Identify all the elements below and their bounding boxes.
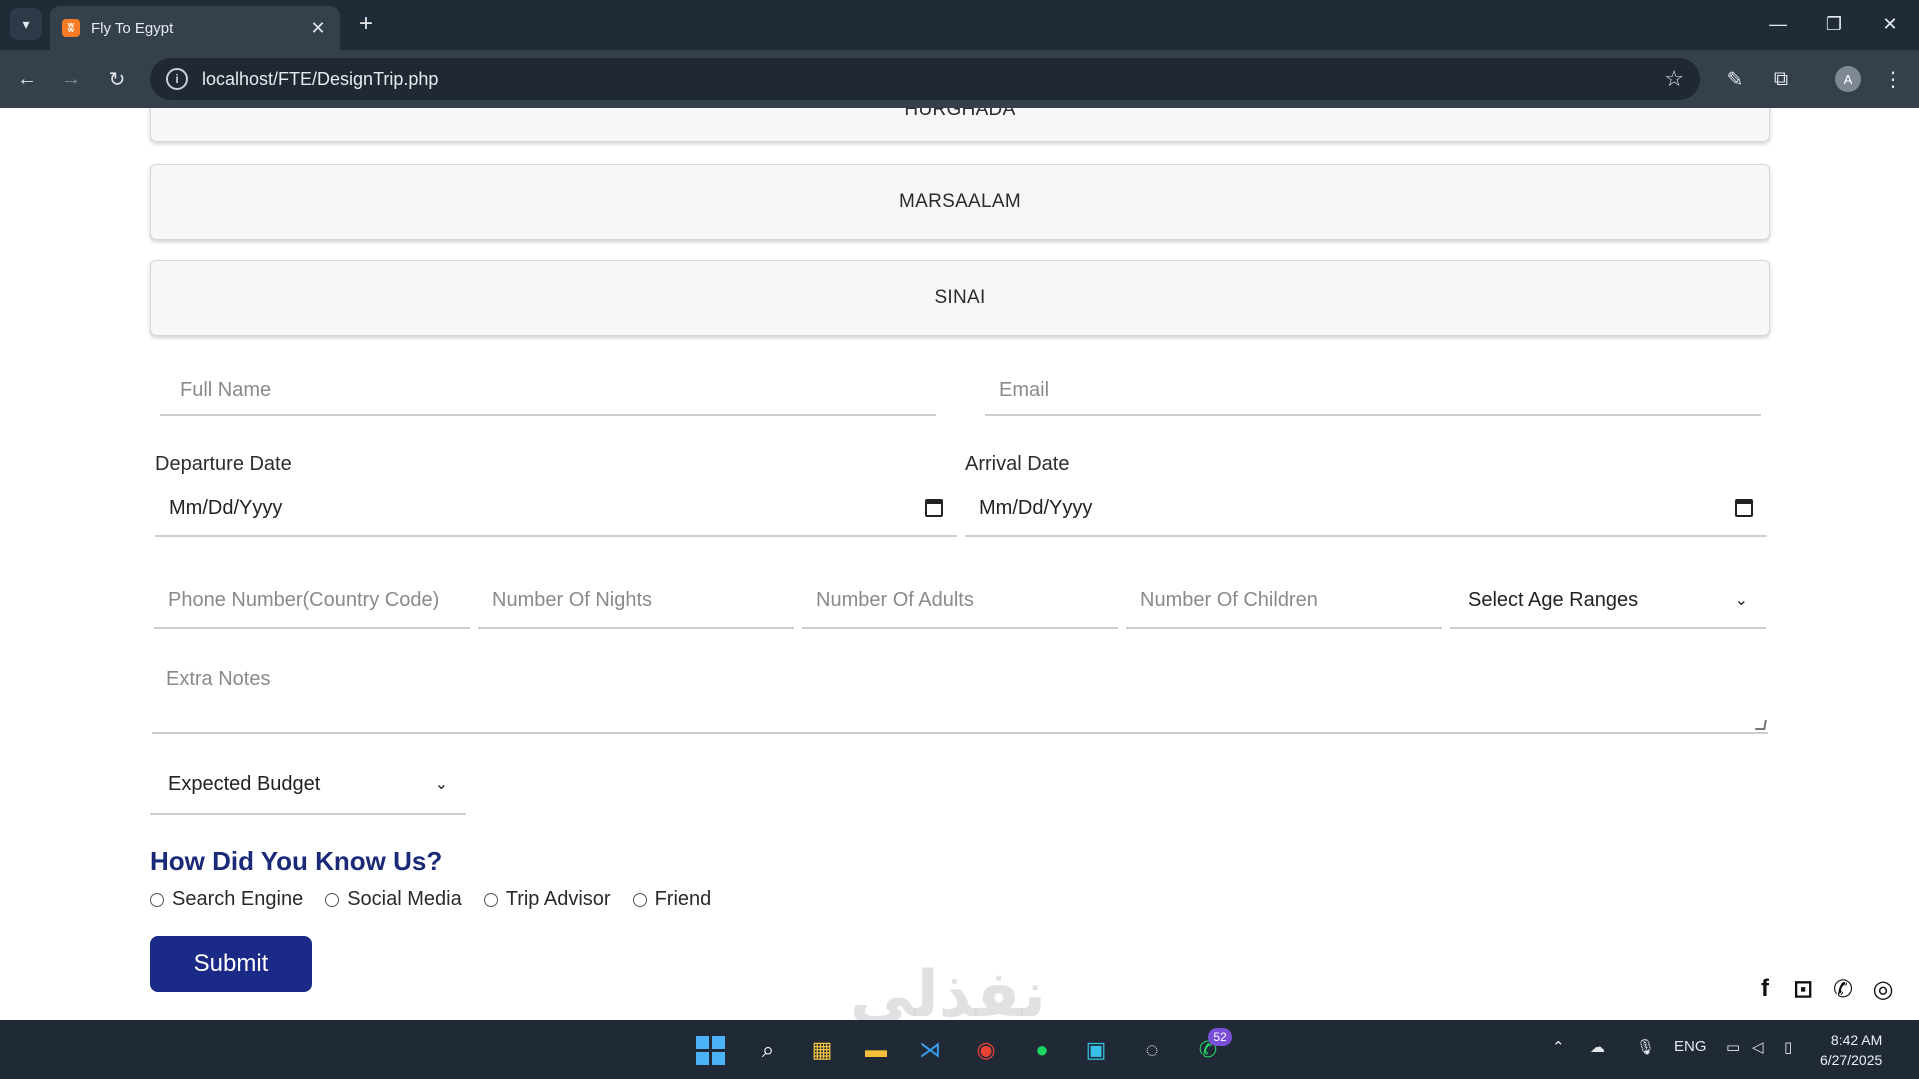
radio-circle[interactable] xyxy=(150,892,164,907)
tab-title: Fly To Egypt xyxy=(91,19,174,37)
instagram-icon[interactable]: ◎ xyxy=(1868,974,1898,1004)
calendar-icon[interactable] xyxy=(1735,499,1753,517)
volume-icon[interactable]: ◁ xyxy=(1752,1038,1764,1056)
extra-notes-textarea[interactable]: Extra Notes xyxy=(152,648,1768,734)
radio-label: Social Media xyxy=(347,888,462,910)
resize-grip-icon[interactable] xyxy=(1755,720,1767,730)
forward-icon[interactable]: → xyxy=(56,64,86,94)
extensions-icon[interactable]: ⧉ xyxy=(1766,64,1796,94)
arrival-date-label: Arrival Date xyxy=(965,453,1070,475)
page-content: HURGHADA MARSAALAM SINAI Departure Date … xyxy=(0,108,1919,1020)
radio-social-media[interactable]: Social Media xyxy=(325,888,462,911)
adults-input[interactable] xyxy=(802,573,1118,629)
xampp-icon: ʬ xyxy=(62,19,80,37)
destination-card-hurghada[interactable]: HURGHADA xyxy=(150,108,1770,142)
referral-options: Search Engine Social Media Trip Advisor … xyxy=(150,888,733,911)
children-input[interactable] xyxy=(1126,573,1442,629)
radio-circle[interactable] xyxy=(483,892,498,907)
site-info-icon[interactable]: i xyxy=(166,68,188,90)
onedrive-icon[interactable]: ☁ xyxy=(1590,1038,1605,1056)
radio-label: Trip Advisor xyxy=(505,888,611,910)
inbox-icon[interactable]: ⊡ xyxy=(1788,974,1818,1004)
start-icon[interactable] xyxy=(692,1032,728,1068)
facebook-icon[interactable]: f xyxy=(1750,974,1780,1004)
obs-icon[interactable]: ◌ xyxy=(1134,1032,1170,1068)
email-input[interactable] xyxy=(985,366,1761,416)
radio-label: Search Engine xyxy=(172,888,304,910)
full-name-input[interactable] xyxy=(160,366,936,416)
restore-icon[interactable]: ❐ xyxy=(1814,8,1854,40)
clock-time: 8:42 AM xyxy=(1830,1032,1883,1048)
new-tab-icon[interactable]: + xyxy=(352,10,380,38)
radio-label: Friend xyxy=(654,888,712,910)
bookmark-star-icon[interactable]: ☆ xyxy=(1664,66,1684,92)
tab-close-icon[interactable]: ✕ xyxy=(308,18,328,39)
age-ranges-select[interactable]: Select Age Ranges ⌄ xyxy=(1450,573,1766,629)
spotify-icon[interactable]: ● xyxy=(1024,1032,1060,1068)
departure-date-value: Mm/Dd/Yyyy xyxy=(169,496,283,519)
store-icon[interactable]: ▦ xyxy=(804,1032,840,1068)
vscode-icon[interactable]: ⋊ xyxy=(912,1032,948,1068)
network-icon[interactable]: ▭ xyxy=(1726,1038,1740,1056)
tray-chevron-up-icon[interactable]: ⌃ xyxy=(1552,1038,1565,1056)
file-explorer-icon[interactable]: ▬ xyxy=(858,1032,894,1068)
battery-icon[interactable]: ▯ xyxy=(1784,1038,1792,1056)
budget-select[interactable]: Expected Budget ⌄ xyxy=(150,755,466,815)
radio-circle[interactable] xyxy=(632,892,647,907)
clock-date: 6/27/2025 xyxy=(1820,1052,1883,1068)
browser-titlebar: ▾ ʬ Fly To Egypt ✕ + — ❐ ✕ xyxy=(0,0,1919,50)
chevron-down-icon: ⌄ xyxy=(1734,592,1748,609)
age-ranges-value: Select Age Ranges xyxy=(1468,588,1639,611)
address-bar[interactable]: i localhost/FTE/DesignTrip.php ☆ xyxy=(150,58,1700,100)
eyedropper-icon[interactable]: ✎ xyxy=(1720,64,1750,94)
submit-button[interactable]: Submit xyxy=(150,936,312,992)
radio-circle[interactable] xyxy=(325,892,340,907)
system-clock[interactable]: 8:42 AM 6/27/2025 xyxy=(1820,1030,1882,1070)
arrival-date-input[interactable]: Mm/Dd/Yyyy xyxy=(965,481,1767,537)
extra-notes-placeholder: Extra Notes xyxy=(166,668,271,690)
profile-avatar[interactable]: A xyxy=(1835,66,1861,92)
radio-friend[interactable]: Friend xyxy=(632,888,712,911)
browser-tab[interactable]: ʬ Fly To Egypt ✕ xyxy=(50,6,340,50)
browser-toolbar: ← → ↻ i localhost/FTE/DesignTrip.php ☆ ✎… xyxy=(0,50,1919,108)
back-icon[interactable]: ← xyxy=(12,64,42,94)
whatsapp-unread-badge: 52 xyxy=(1208,1028,1232,1046)
microphone-icon[interactable]: 🎙 xyxy=(1636,1038,1655,1056)
arrival-date-value: Mm/Dd/Yyyy xyxy=(979,496,1093,519)
reload-icon[interactable]: ↻ xyxy=(102,64,132,94)
language-indicator[interactable]: ENG xyxy=(1674,1038,1707,1055)
phone-input[interactable] xyxy=(154,573,470,629)
close-window-icon[interactable]: ✕ xyxy=(1870,8,1910,40)
search-icon[interactable]: ⌕ xyxy=(750,1032,786,1068)
departure-date-label: Departure Date xyxy=(155,453,292,475)
budget-value: Expected Budget xyxy=(168,772,321,795)
minimize-icon[interactable]: — xyxy=(1758,8,1798,40)
url-text[interactable]: localhost/FTE/DesignTrip.php xyxy=(202,69,1664,90)
tab-search-icon[interactable]: ▾ xyxy=(10,8,42,40)
calendar-icon[interactable] xyxy=(925,499,943,517)
menu-dots-icon[interactable]: ⋮ xyxy=(1878,64,1908,94)
app-icon[interactable]: ▣ xyxy=(1078,1032,1114,1068)
chevron-down-icon: ⌄ xyxy=(434,776,448,793)
windows-taskbar: ⌕ ▦ ▬ ⋊ ◉ ● ▣ ◌ ✆ ⌃ ☁ 🎙 ENG ▭ ◁ ▯ 8:42 A… xyxy=(0,1020,1919,1079)
destination-card-sinai[interactable]: SINAI xyxy=(150,260,1770,336)
radio-search-engine[interactable]: Search Engine xyxy=(150,888,303,911)
chrome-icon[interactable]: ◉ xyxy=(968,1032,1004,1068)
windows-logo-icon xyxy=(695,1035,725,1065)
departure-date-input[interactable]: Mm/Dd/Yyyy xyxy=(155,481,957,537)
destination-card-marsaalam[interactable]: MARSAALAM xyxy=(150,164,1770,240)
radio-trip-advisor[interactable]: Trip Advisor xyxy=(483,888,611,911)
whatsapp-icon[interactable]: ✆ xyxy=(1828,974,1858,1004)
nights-input[interactable] xyxy=(478,573,794,629)
referral-question: How Did You Know Us? xyxy=(150,846,443,876)
